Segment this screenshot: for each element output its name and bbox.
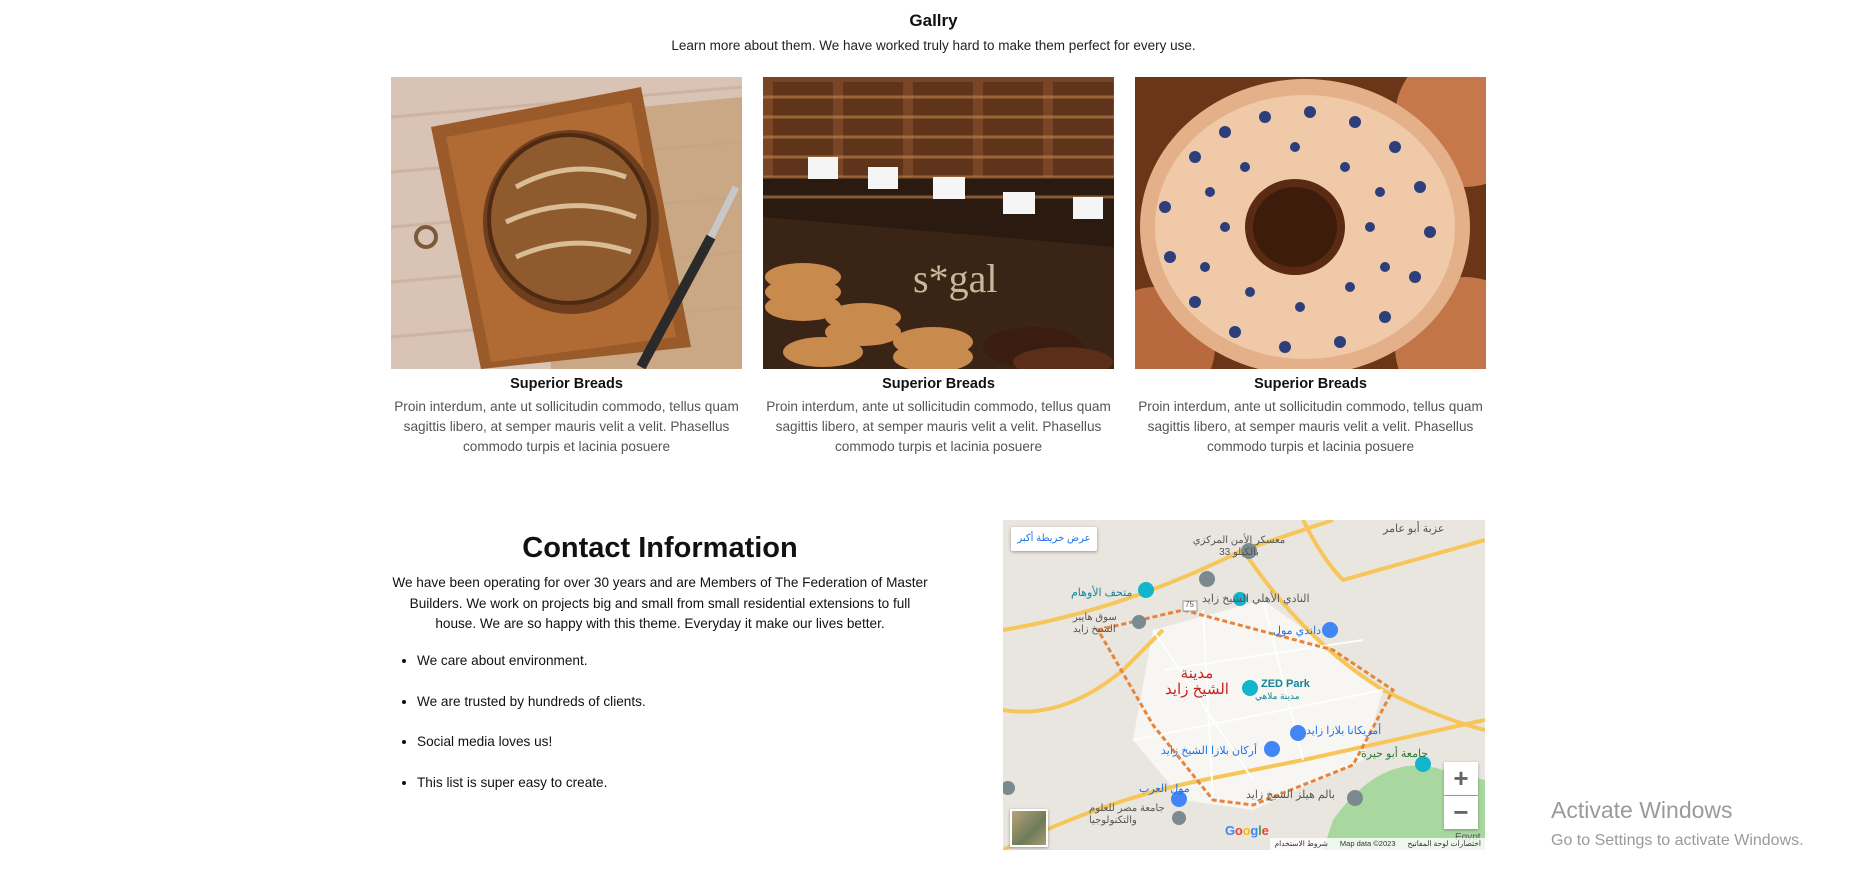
card-title: Superior Breads (882, 376, 995, 392)
activate-windows-subtitle: Go to Settings to activate Windows. (1551, 832, 1804, 849)
route-shield: 75 (1185, 600, 1194, 609)
keyboard-shortcuts-link[interactable]: اختصارات لوحة المفاتيح (1408, 838, 1482, 850)
map-label: جامعة أبو حيرة (1361, 748, 1429, 760)
list-item: This list is super easy to create. (417, 773, 937, 793)
gallery-card: Superior Breads Proin interdum, ante ut … (391, 77, 742, 457)
map-terms-link[interactable]: شروط الاستخدام (1274, 838, 1327, 850)
list-item: We care about environment. (417, 651, 937, 671)
card-title: Superior Breads (1254, 376, 1367, 392)
map-label: معسكر الأمن المركزي بالكيلو 33 (1192, 535, 1286, 558)
bread-loaf-photo (391, 77, 742, 369)
gallery-title: Gallry (909, 11, 958, 30)
list-item: We are trusted by hundreds of clients. (417, 692, 937, 712)
google-map[interactable]: عرض خريطة أكبر عزبة أبو عامر معسكر الأمن… (1003, 520, 1485, 850)
map-city-line: مدينة (1180, 665, 1214, 682)
map-layer-toggle[interactable] (1010, 809, 1048, 847)
activate-windows-title: Activate Windows (1551, 797, 1733, 823)
map-city-line: الشيخ زايد (1165, 681, 1229, 698)
map-label: جامعة مصر للعلوم والتكنولوجيا (1089, 803, 1165, 826)
gallery-card: Superior Breads Proin interdum, ante ut … (1135, 77, 1486, 457)
zoom-out-button[interactable]: − (1444, 796, 1478, 829)
google-logo: Google (1225, 823, 1269, 838)
list-item: Social media loves us! (417, 732, 937, 752)
contact-text: We have been operating for over 30 years… (392, 575, 928, 631)
cookies-display-photo: s*gal (763, 77, 1114, 369)
card-title: Superior Breads (510, 376, 623, 392)
map-label: أركان بلازا الشيخ زايد (1161, 745, 1258, 757)
donut-photo (1135, 77, 1486, 369)
card-description: Proin interdum, ante ut sollicitudin com… (394, 399, 739, 454)
map-label: داندي مول (1273, 625, 1322, 637)
svg-text:s*gal: s*gal (913, 256, 997, 301)
card-description: Proin interdum, ante ut sollicitudin com… (766, 399, 1111, 454)
map-label: أمريكانا بلازا زايد (1306, 725, 1382, 737)
zoom-in-button[interactable]: + (1444, 762, 1478, 795)
view-larger-map-link[interactable]: عرض خريطة أكبر (1011, 527, 1097, 551)
map-city-label: مدينة الشيخ زايد (1165, 666, 1229, 698)
map-label: عزبة أبو عامر (1383, 523, 1445, 535)
contact-title: Contact Information (522, 532, 798, 564)
map-label: النادي الأهلي الشيخ زايد (1202, 593, 1310, 605)
map-canvas[interactable] (1003, 520, 1485, 850)
gallery-card: s*gal Superior Breads Proin interdum, an… (763, 77, 1114, 457)
map-label: متحف الأوهام (1071, 587, 1133, 599)
map-label: سوق هايبر الشيخ زايد (1073, 612, 1117, 635)
contact-list: We care about environment. We are truste… (391, 651, 937, 813)
map-footer: شروط الاستخدام Map data ©2023 اختصارات ل… (1270, 838, 1485, 850)
map-data-attribution: Map data ©2023 (1339, 839, 1396, 848)
gallery-subtitle: Learn more about them. We have worked tr… (671, 38, 1196, 53)
map-label: ZED Park (1261, 678, 1310, 690)
map-label: بالم هيلز الشيخ زايد (1246, 789, 1335, 801)
map-label: مول العرب (1139, 783, 1190, 795)
map-label: مدينة ملاهي (1255, 691, 1300, 701)
page: Gallry Learn more about them. We have wo… (0, 0, 1867, 893)
card-description: Proin interdum, ante ut sollicitudin com… (1138, 399, 1483, 454)
